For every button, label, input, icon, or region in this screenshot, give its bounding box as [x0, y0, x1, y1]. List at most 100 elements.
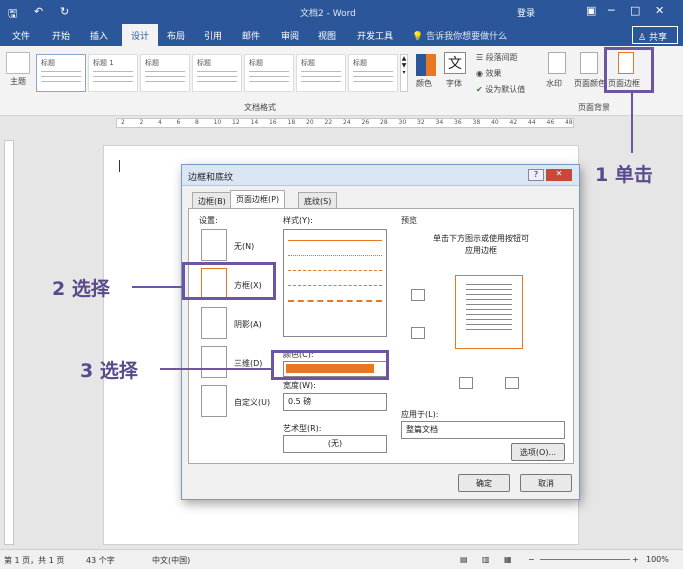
tab-developer[interactable]: 开发工具 — [357, 29, 393, 42]
border-bottom-icon[interactable] — [411, 327, 425, 339]
share-button[interactable]: ♙ 共享 — [632, 26, 678, 44]
read-mode-icon[interactable]: ▤ — [460, 555, 468, 564]
watermark-icon[interactable] — [548, 52, 566, 74]
ruler-tick: 10 — [213, 119, 222, 126]
style-listbox[interactable] — [283, 229, 387, 337]
style-gallery-item[interactable]: 标题 1 — [88, 54, 138, 92]
style-gallery-item[interactable]: 标题 — [140, 54, 190, 92]
dialog-close-button[interactable]: ✕ — [546, 169, 572, 181]
web-layout-icon[interactable]: ▦ — [504, 555, 512, 564]
setting-custom[interactable]: 自定义(U) — [234, 397, 270, 408]
paragraph-spacing-button[interactable]: ☰ 段落间距 — [476, 52, 518, 63]
style-gallery-item[interactable]: 标题 — [348, 54, 398, 92]
art-dropdown[interactable]: (无) — [283, 435, 387, 453]
page-background-group-label: 页面背景 — [578, 103, 610, 112]
highlight-box-setting — [182, 262, 276, 300]
tell-me-box[interactable]: 💡 告诉我你想要做什么 — [412, 29, 507, 42]
settings-label: 设置: — [199, 216, 218, 225]
theme-icon[interactable] — [6, 52, 30, 74]
ribbon-display-icon[interactable]: ▣ — [586, 4, 596, 17]
setting-none-icon[interactable] — [201, 229, 227, 261]
style-gallery-item[interactable]: 标题 — [192, 54, 242, 92]
zoom-slider[interactable] — [540, 559, 630, 560]
setting-none[interactable]: 无(N) — [234, 241, 254, 252]
ruler-tick: 26 — [361, 119, 370, 126]
tab-view[interactable]: 视图 — [318, 29, 336, 42]
tab-page-border[interactable]: 页面边框(P) — [230, 190, 286, 208]
set-default-button[interactable]: ✔ 设为默认值 — [476, 84, 525, 95]
horizontal-ruler[interactable]: 2 2 4 6 8 10 12 14 16 18 20 22 24 26 28 30 32 34 36 38 40 42 4… — [0, 116, 683, 130]
preview-hint-2: 应用边框 — [465, 246, 497, 255]
preview-box[interactable] — [455, 275, 523, 349]
effects-button[interactable]: ◉ 效果 — [476, 68, 502, 79]
style-label: 标题 — [145, 59, 159, 67]
setting-shadow-icon[interactable] — [201, 307, 227, 339]
ruler-tick: 2 — [121, 119, 125, 126]
redo-icon[interactable]: ↻ — [60, 5, 69, 18]
border-right-icon[interactable] — [505, 377, 519, 389]
tab-layout[interactable]: 布局 — [167, 29, 185, 42]
set-default-label: 设为默认值 — [485, 85, 526, 94]
cancel-button[interactable]: 取消 — [520, 474, 572, 492]
page-color-icon[interactable] — [580, 52, 598, 74]
zoom-out-icon[interactable]: − — [528, 555, 535, 564]
ruler-bar[interactable]: 2 2 4 6 8 10 12 14 16 18 20 22 24 26 28 30 32 34 36 38 40 42 4… — [116, 118, 574, 128]
theme-button[interactable]: 主题 — [10, 76, 26, 87]
style-label: 标题 — [41, 59, 55, 67]
vertical-ruler[interactable] — [4, 140, 14, 545]
colors-button[interactable]: 颜色 — [416, 78, 432, 89]
ruler-tick: 4 — [158, 119, 162, 126]
fonts-button[interactable]: 字体 — [446, 78, 462, 89]
setting-custom-icon[interactable] — [201, 385, 227, 417]
tab-review[interactable]: 审阅 — [281, 29, 299, 42]
colors-icon[interactable] — [416, 54, 436, 76]
ruler-tick: 38 — [472, 119, 481, 126]
ruler-tick: 12 — [232, 119, 240, 126]
tab-home[interactable]: 开始 — [52, 29, 70, 42]
zoom-level[interactable]: 100% — [646, 555, 669, 564]
minimize-icon[interactable]: ─ — [608, 4, 615, 17]
page-count[interactable]: 第 1 页，共 1 页 — [4, 555, 64, 566]
style-gallery-item[interactable]: 标题 — [296, 54, 346, 92]
tab-file[interactable]: 文件 — [12, 29, 30, 42]
tab-shading[interactable]: 底纹(S) — [298, 192, 338, 208]
maximize-icon[interactable]: □ — [630, 4, 640, 17]
login-link[interactable]: 登录 — [517, 6, 535, 19]
width-label: 宽度(W): — [283, 381, 316, 390]
print-layout-icon[interactable]: ▥ — [482, 555, 490, 564]
tab-references[interactable]: 引用 — [204, 29, 222, 42]
tab-mailings[interactable]: 邮件 — [242, 29, 260, 42]
ruler-tick: 2 — [139, 119, 144, 126]
page-color-button[interactable]: 页面颜色 — [574, 78, 606, 89]
options-button[interactable]: 选项(O)... — [511, 443, 565, 461]
callout-2: 2 选择 — [52, 278, 110, 300]
watermark-button[interactable]: 水印 — [546, 78, 562, 89]
tab-design[interactable]: 设计 — [122, 24, 158, 46]
border-left-icon[interactable] — [459, 377, 473, 389]
callout-1: 1 单击 — [595, 164, 653, 186]
width-dropdown[interactable]: 0.5 磅 — [283, 393, 387, 411]
undo-icon[interactable]: ↶ — [34, 5, 43, 18]
gallery-scroll[interactable]: ▲ ▼ ▾ — [400, 54, 408, 92]
share-label: 共享 — [648, 33, 667, 43]
effects-icon: ◉ — [476, 69, 483, 78]
effects-label: 效果 — [485, 69, 502, 78]
close-icon[interactable]: ✕ — [655, 4, 664, 17]
style-gallery-item[interactable]: 标题 — [36, 54, 86, 92]
ruler-tick: 42 — [509, 119, 518, 126]
word-count[interactable]: 43 个字 — [86, 555, 115, 566]
fonts-icon[interactable]: 文 — [444, 52, 466, 74]
save-icon[interactable]: 🖫 — [8, 5, 17, 24]
tab-borders[interactable]: 边框(B) — [192, 192, 232, 208]
style-gallery-item[interactable]: 标题 — [244, 54, 294, 92]
ok-button[interactable]: 确定 — [458, 474, 510, 492]
language[interactable]: 中文(中国) — [152, 555, 190, 566]
tab-insert[interactable]: 插入 — [90, 29, 108, 42]
border-top-icon[interactable] — [411, 289, 425, 301]
zoom-in-icon[interactable]: + — [632, 555, 639, 564]
setting-3d-icon[interactable] — [201, 346, 227, 378]
setting-shadow[interactable]: 阴影(A) — [234, 319, 262, 330]
apply-to-dropdown[interactable]: 整篇文档 — [401, 421, 565, 439]
dialog-title-bar[interactable]: 边框和底纹 ? ✕ — [182, 165, 579, 186]
help-button[interactable]: ? — [528, 169, 544, 181]
